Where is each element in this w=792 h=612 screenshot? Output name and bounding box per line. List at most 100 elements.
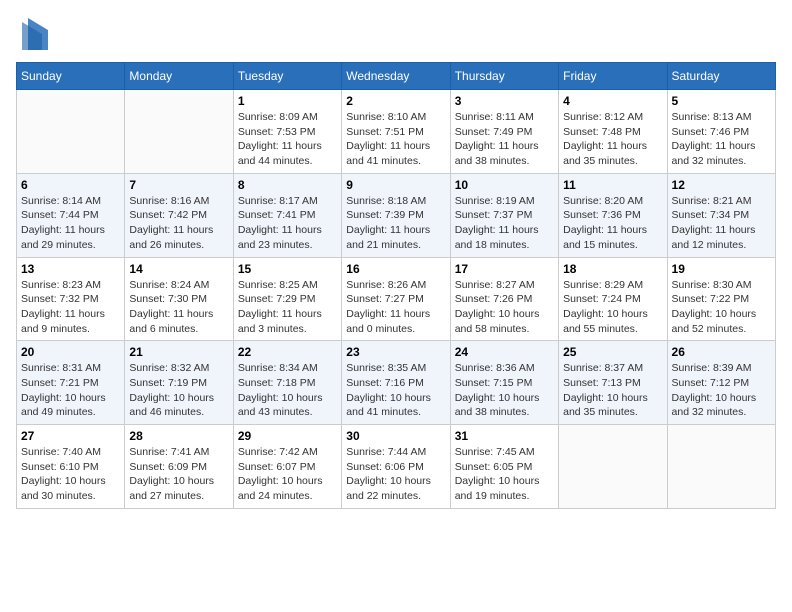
day-detail: Sunrise: 8:16 AM Sunset: 7:42 PM Dayligh… xyxy=(129,194,228,253)
calendar-cell: 31 Sunrise: 7:45 AM Sunset: 6:05 PM Dayli… xyxy=(450,425,558,509)
calendar-cell xyxy=(667,425,775,509)
day-number: 17 xyxy=(455,262,554,276)
day-number: 16 xyxy=(346,262,445,276)
day-detail: Sunrise: 8:20 AM Sunset: 7:36 PM Dayligh… xyxy=(563,194,662,253)
day-detail: Sunrise: 8:09 AM Sunset: 7:53 PM Dayligh… xyxy=(238,110,337,169)
calendar-cell: 5 Sunrise: 8:13 AM Sunset: 7:46 PM Daylig… xyxy=(667,90,775,174)
day-detail: Sunrise: 8:23 AM Sunset: 7:32 PM Dayligh… xyxy=(21,278,120,337)
weekday-header: Thursday xyxy=(450,63,558,90)
calendar-cell: 17 Sunrise: 8:27 AM Sunset: 7:26 PM Dayli… xyxy=(450,257,558,341)
day-number: 15 xyxy=(238,262,337,276)
calendar-week-row: 27 Sunrise: 7:40 AM Sunset: 6:10 PM Dayli… xyxy=(17,425,776,509)
calendar-cell: 20Sunrise: 8:31 AM Sunset: 7:21 PM Dayli… xyxy=(17,341,125,425)
day-detail: Sunrise: 8:30 AM Sunset: 7:22 PM Dayligh… xyxy=(672,278,771,337)
day-detail: Sunrise: 8:18 AM Sunset: 7:39 PM Dayligh… xyxy=(346,194,445,253)
day-number: 12 xyxy=(672,178,771,192)
logo-icon xyxy=(20,16,50,52)
calendar-cell: 16 Sunrise: 8:26 AM Sunset: 7:27 PM Dayli… xyxy=(342,257,450,341)
calendar-cell: 19 Sunrise: 8:30 AM Sunset: 7:22 PM Dayli… xyxy=(667,257,775,341)
calendar-cell: 29 Sunrise: 7:42 AM Sunset: 6:07 PM Dayli… xyxy=(233,425,341,509)
day-detail: Sunrise: 8:13 AM Sunset: 7:46 PM Dayligh… xyxy=(672,110,771,169)
day-number: 3 xyxy=(455,94,554,108)
page-header xyxy=(16,16,776,52)
calendar-header-row: SundayMondayTuesdayWednesdayThursdayFrid… xyxy=(17,63,776,90)
day-number: 18 xyxy=(563,262,662,276)
day-detail: Sunrise: 8:35 AM Sunset: 7:16 PM Dayligh… xyxy=(346,361,445,420)
day-number: 2 xyxy=(346,94,445,108)
day-detail: Sunrise: 7:42 AM Sunset: 6:07 PM Dayligh… xyxy=(238,445,337,504)
day-number: 29 xyxy=(238,429,337,443)
weekday-header: Saturday xyxy=(667,63,775,90)
day-number: 19 xyxy=(672,262,771,276)
day-number: 28 xyxy=(129,429,228,443)
day-number: 9 xyxy=(346,178,445,192)
day-number: 23 xyxy=(346,345,445,359)
day-number: 22 xyxy=(238,345,337,359)
day-number: 31 xyxy=(455,429,554,443)
day-detail: Sunrise: 7:45 AM Sunset: 6:05 PM Dayligh… xyxy=(455,445,554,504)
calendar-cell: 12Sunrise: 8:21 AM Sunset: 7:34 PM Dayli… xyxy=(667,173,775,257)
day-detail: Sunrise: 8:12 AM Sunset: 7:48 PM Dayligh… xyxy=(563,110,662,169)
day-detail: Sunrise: 8:10 AM Sunset: 7:51 PM Dayligh… xyxy=(346,110,445,169)
calendar-cell xyxy=(125,90,233,174)
calendar-cell: 28Sunrise: 7:41 AM Sunset: 6:09 PM Dayli… xyxy=(125,425,233,509)
day-number: 11 xyxy=(563,178,662,192)
day-detail: Sunrise: 8:37 AM Sunset: 7:13 PM Dayligh… xyxy=(563,361,662,420)
calendar-week-row: 6Sunrise: 8:14 AM Sunset: 7:44 PM Daylig… xyxy=(17,173,776,257)
calendar-cell: 6Sunrise: 8:14 AM Sunset: 7:44 PM Daylig… xyxy=(17,173,125,257)
calendar-cell: 30 Sunrise: 7:44 AM Sunset: 6:06 PM Dayli… xyxy=(342,425,450,509)
day-number: 1 xyxy=(238,94,337,108)
calendar-cell xyxy=(559,425,667,509)
day-number: 13 xyxy=(21,262,120,276)
weekday-header: Monday xyxy=(125,63,233,90)
calendar-cell: 9 Sunrise: 8:18 AM Sunset: 7:39 PM Daylig… xyxy=(342,173,450,257)
day-detail: Sunrise: 8:34 AM Sunset: 7:18 PM Dayligh… xyxy=(238,361,337,420)
day-number: 7 xyxy=(129,178,228,192)
day-detail: Sunrise: 7:44 AM Sunset: 6:06 PM Dayligh… xyxy=(346,445,445,504)
day-number: 21 xyxy=(129,345,228,359)
calendar-week-row: 20Sunrise: 8:31 AM Sunset: 7:21 PM Dayli… xyxy=(17,341,776,425)
calendar-cell: 11 Sunrise: 8:20 AM Sunset: 7:36 PM Dayli… xyxy=(559,173,667,257)
calendar-cell: 7 Sunrise: 8:16 AM Sunset: 7:42 PM Daylig… xyxy=(125,173,233,257)
day-detail: Sunrise: 8:25 AM Sunset: 7:29 PM Dayligh… xyxy=(238,278,337,337)
day-detail: Sunrise: 8:36 AM Sunset: 7:15 PM Dayligh… xyxy=(455,361,554,420)
day-detail: Sunrise: 8:39 AM Sunset: 7:12 PM Dayligh… xyxy=(672,361,771,420)
calendar-cell: 27 Sunrise: 7:40 AM Sunset: 6:10 PM Dayli… xyxy=(17,425,125,509)
day-detail: Sunrise: 8:26 AM Sunset: 7:27 PM Dayligh… xyxy=(346,278,445,337)
day-number: 5 xyxy=(672,94,771,108)
calendar-cell: 15 Sunrise: 8:25 AM Sunset: 7:29 PM Dayli… xyxy=(233,257,341,341)
calendar-cell: 26 Sunrise: 8:39 AM Sunset: 7:12 PM Dayli… xyxy=(667,341,775,425)
day-number: 27 xyxy=(21,429,120,443)
calendar-cell: 23 Sunrise: 8:35 AM Sunset: 7:16 PM Dayli… xyxy=(342,341,450,425)
calendar-cell: 4Sunrise: 8:12 AM Sunset: 7:48 PM Daylig… xyxy=(559,90,667,174)
calendar-week-row: 13 Sunrise: 8:23 AM Sunset: 7:32 PM Dayli… xyxy=(17,257,776,341)
day-number: 6 xyxy=(21,178,120,192)
day-detail: Sunrise: 8:27 AM Sunset: 7:26 PM Dayligh… xyxy=(455,278,554,337)
day-number: 25 xyxy=(563,345,662,359)
weekday-header: Tuesday xyxy=(233,63,341,90)
calendar-cell: 25 Sunrise: 8:37 AM Sunset: 7:13 PM Dayli… xyxy=(559,341,667,425)
day-detail: Sunrise: 8:24 AM Sunset: 7:30 PM Dayligh… xyxy=(129,278,228,337)
calendar-cell: 2 Sunrise: 8:10 AM Sunset: 7:51 PM Daylig… xyxy=(342,90,450,174)
day-detail: Sunrise: 8:17 AM Sunset: 7:41 PM Dayligh… xyxy=(238,194,337,253)
day-number: 24 xyxy=(455,345,554,359)
day-detail: Sunrise: 8:11 AM Sunset: 7:49 PM Dayligh… xyxy=(455,110,554,169)
day-detail: Sunrise: 8:32 AM Sunset: 7:19 PM Dayligh… xyxy=(129,361,228,420)
calendar-week-row: 1 Sunrise: 8:09 AM Sunset: 7:53 PM Daylig… xyxy=(17,90,776,174)
calendar-table: SundayMondayTuesdayWednesdayThursdayFrid… xyxy=(16,62,776,509)
weekday-header: Wednesday xyxy=(342,63,450,90)
day-detail: Sunrise: 8:29 AM Sunset: 7:24 PM Dayligh… xyxy=(563,278,662,337)
day-detail: Sunrise: 7:40 AM Sunset: 6:10 PM Dayligh… xyxy=(21,445,120,504)
calendar-cell: 14 Sunrise: 8:24 AM Sunset: 7:30 PM Dayli… xyxy=(125,257,233,341)
weekday-header: Sunday xyxy=(17,63,125,90)
day-detail: Sunrise: 8:19 AM Sunset: 7:37 PM Dayligh… xyxy=(455,194,554,253)
calendar-cell: 1 Sunrise: 8:09 AM Sunset: 7:53 PM Daylig… xyxy=(233,90,341,174)
day-number: 14 xyxy=(129,262,228,276)
day-number: 30 xyxy=(346,429,445,443)
calendar-cell: 3 Sunrise: 8:11 AM Sunset: 7:49 PM Daylig… xyxy=(450,90,558,174)
logo xyxy=(16,16,50,52)
calendar-cell: 18 Sunrise: 8:29 AM Sunset: 7:24 PM Dayli… xyxy=(559,257,667,341)
calendar-cell: 13 Sunrise: 8:23 AM Sunset: 7:32 PM Dayli… xyxy=(17,257,125,341)
day-number: 26 xyxy=(672,345,771,359)
day-number: 8 xyxy=(238,178,337,192)
